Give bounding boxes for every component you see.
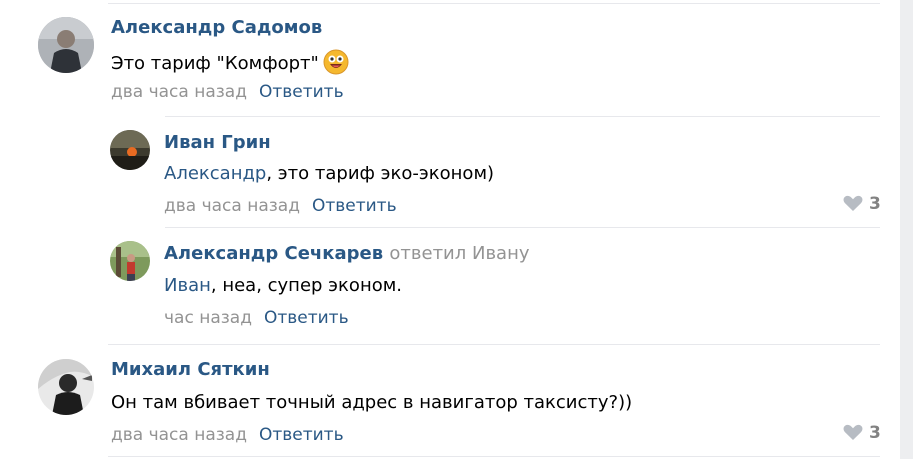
comment-author[interactable]: Михаил Сяткин [111,359,270,381]
avatar[interactable] [38,17,94,73]
reply-button[interactable]: Ответить [312,196,397,216]
avatar-image [110,241,150,281]
divider [165,227,880,228]
reply-button[interactable]: Ответить [264,308,349,328]
comment-text: Александр, это тариф эко-эконом) [164,163,494,185]
heart-icon [843,195,863,211]
comment-text-body: , неа, супер эконом. [210,275,403,296]
mention-link[interactable]: Иван [164,275,211,296]
comment-text: Это тариф "Комфорт" [111,49,349,81]
comment-author[interactable]: Александр Садомов [111,17,322,39]
comment-text: Он там вбивает точный адрес в навигатор … [111,392,632,414]
comment-time[interactable]: два часа назад [164,196,300,216]
divider [108,344,880,345]
comment-meta: час назад Ответить [164,307,349,329]
like-count: 3 [869,423,881,443]
comment-time[interactable]: два часа назад [111,82,247,102]
reply-button[interactable]: Ответить [259,82,344,102]
comment-meta: два часа назад Ответить [111,81,344,103]
comment-author: Александр Сечкарев ответил Ивану [164,243,530,265]
avatar[interactable] [110,241,150,281]
like-button[interactable]: 3 [843,193,881,215]
author-link[interactable]: Александр Сечкарев [164,243,383,264]
comment-text-body: , это тариф эко-эконом) [266,163,495,184]
avatar[interactable] [110,130,150,170]
comment-text-body: Это тариф "Комфорт" [111,53,319,74]
like-button[interactable]: 3 [843,422,881,444]
grinning-face-emoji [323,49,349,81]
divider [165,116,880,117]
divider [108,456,880,457]
avatar-image [38,17,94,73]
comment-time[interactable]: час назад [164,308,252,328]
like-count: 3 [869,194,881,214]
avatar-image [110,130,150,170]
avatar-image [38,359,94,415]
comment-time[interactable]: два часа назад [111,425,247,445]
divider [108,3,880,4]
comments-panel: Александр Садомов Это тариф "Комфорт" дв… [0,0,900,459]
reply-button[interactable]: Ответить [259,425,344,445]
replied-to-label[interactable]: ответил Ивану [389,243,529,264]
mention-link[interactable]: Александр [164,163,266,184]
heart-icon [843,424,863,440]
comment-text-body: Он там вбивает точный адрес в навигатор … [111,392,633,413]
avatar[interactable] [38,359,94,415]
comment-text: Иван, неа, супер эконом. [164,275,402,297]
comment-meta: два часа назад Ответить [164,195,397,217]
comment-meta: два часа назад Ответить [111,424,344,446]
comment-author[interactable]: Иван Грин [164,132,271,154]
